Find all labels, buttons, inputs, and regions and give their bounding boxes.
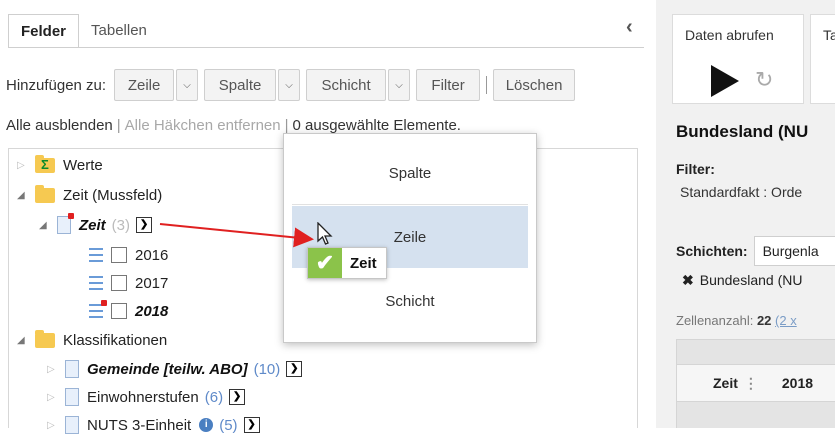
play-icon — [711, 65, 739, 97]
tree-item-year-2018[interactable]: 2018 — [89, 299, 168, 323]
layers-label: Schichten: — [676, 243, 748, 259]
list-icon — [89, 300, 107, 318]
chevron-down-icon[interactable]: ⌵ — [176, 69, 199, 101]
chevron-left-icon[interactable]: ‹ — [626, 16, 633, 39]
chevron-right-icon[interactable]: ❯ — [286, 361, 303, 377]
chevron-right-icon[interactable]: ❯ — [243, 417, 260, 433]
result-panel: Daten abrufen ↻ Ta Bundesland (NU Filter… — [656, 0, 835, 428]
dragged-item: ✔ Zeit — [307, 247, 387, 279]
document-icon — [57, 213, 74, 234]
collapse-triangle-icon[interactable]: ◢ — [39, 220, 49, 231]
checkmark-icon: ✔ — [308, 248, 342, 278]
add-layer-button[interactable]: Schicht — [306, 69, 387, 101]
checkbox-2017[interactable] — [111, 275, 127, 291]
drop-option-schicht[interactable]: Schicht — [292, 270, 528, 332]
filter-heading: Filter: — [676, 161, 715, 177]
expand-triangle-icon[interactable]: ▷ — [47, 392, 57, 403]
expand-triangle-icon[interactable]: ▷ — [47, 420, 57, 431]
tree-item-zeit-folder[interactable]: ◢ Zeit (Mussfeld) — [17, 183, 162, 207]
expand-triangle-icon[interactable]: ▷ — [17, 160, 27, 171]
folder-icon — [35, 184, 55, 203]
tree-item-year-2017[interactable]: 2017 — [89, 271, 168, 295]
tree-item-gemeinde[interactable]: ▷ Gemeinde [teilw. ABO] (10) ❯ — [47, 357, 303, 381]
chevron-right-icon[interactable]: ❯ — [136, 217, 153, 233]
tab-tabellen[interactable]: Tabellen — [79, 14, 159, 48]
header-zeit: Zeit — [713, 375, 738, 391]
drop-option-spalte[interactable]: Spalte — [292, 143, 528, 205]
layers-select[interactable]: Burgenla — [753, 236, 835, 266]
layer-tag: ✖ Bundesland (NU — [682, 272, 803, 288]
tab-felder[interactable]: Felder — [8, 14, 80, 48]
document-icon — [65, 416, 79, 434]
document-icon — [65, 360, 79, 378]
remove-checks-link[interactable]: Alle Häkchen entfernen — [125, 117, 281, 134]
panel-tabs: Felder Tabellen — [8, 14, 159, 48]
collapse-triangle-icon[interactable]: ◢ — [17, 335, 27, 346]
tree-item-einwohnerstufen[interactable]: ▷ Einwohnerstufen (6) ❯ — [47, 385, 246, 409]
result-title: Bundesland (NU — [676, 122, 809, 141]
folder-sigma-icon: Σ — [35, 154, 55, 173]
folder-icon — [35, 329, 55, 348]
tree-item-klassifikationen[interactable]: ◢ Klassifikationen — [17, 328, 167, 352]
hide-all-link[interactable]: Alle ausblenden — [6, 117, 113, 134]
header-year: 2018 — [781, 375, 814, 391]
add-to-toolbar: Hinzufügen zu: Zeile ⌵ Spalte ⌵ Schicht … — [6, 69, 576, 101]
filter-button[interactable]: Filter — [416, 69, 481, 101]
add-to-label: Hinzufügen zu: — [6, 76, 107, 94]
document-icon — [65, 388, 79, 406]
result-table: Zeit ⋮ 2018 — [676, 339, 835, 428]
next-toolbar-button[interactable]: Ta — [810, 14, 835, 104]
info-icon[interactable]: i — [199, 418, 214, 432]
chevron-down-icon[interactable]: ⌵ — [388, 69, 411, 101]
close-icon[interactable]: ✖ — [682, 272, 694, 288]
table-header: Zeit ⋮ 2018 — [677, 364, 835, 402]
refresh-icon: ↻ — [755, 67, 774, 92]
checkbox-2018[interactable] — [111, 303, 127, 319]
chevron-down-icon[interactable]: ⌵ — [278, 69, 301, 101]
tree-item-year-2016[interactable]: 2016 — [89, 243, 168, 267]
tree-item-zeit[interactable]: ◢ Zeit (3) ❯ — [39, 213, 153, 237]
filter-value: Standardfakt : Orde — [680, 184, 803, 200]
drag-handle-icon[interactable]: ⋮ — [744, 375, 758, 392]
delete-button[interactable]: Löschen — [493, 69, 576, 101]
layers-row: Schichten: Burgenla — [676, 236, 835, 266]
collapse-triangle-icon[interactable]: ◢ — [17, 190, 27, 201]
tree-item-nuts3[interactable]: ▷ NUTS 3-Einheit i (5) ❯ — [47, 413, 260, 437]
cell-count: Zellenanzahl: 22 (2 x — [676, 313, 797, 328]
checkbox-2016[interactable] — [111, 247, 127, 263]
tree-item-werte[interactable]: ▷ Σ Werte — [17, 153, 103, 177]
add-column-button[interactable]: Spalte — [204, 69, 277, 101]
chevron-right-icon[interactable]: ❯ — [229, 389, 246, 405]
list-icon — [89, 248, 103, 262]
cell-count-link[interactable]: (2 x — [775, 313, 797, 328]
fetch-data-button[interactable]: Daten abrufen ↻ — [672, 14, 804, 104]
list-icon — [89, 276, 103, 290]
add-row-button[interactable]: Zeile — [114, 69, 175, 101]
tab-divider — [8, 47, 644, 48]
expand-triangle-icon[interactable]: ▷ — [47, 364, 57, 375]
selected-count: 0 ausgewählte Elemente. — [292, 117, 461, 134]
toolbar-separator — [486, 76, 488, 94]
tree-actions: Alle ausblenden | Alle Häkchen entfernen | 0… — [6, 117, 461, 134]
mouse-cursor-icon — [317, 222, 333, 245]
